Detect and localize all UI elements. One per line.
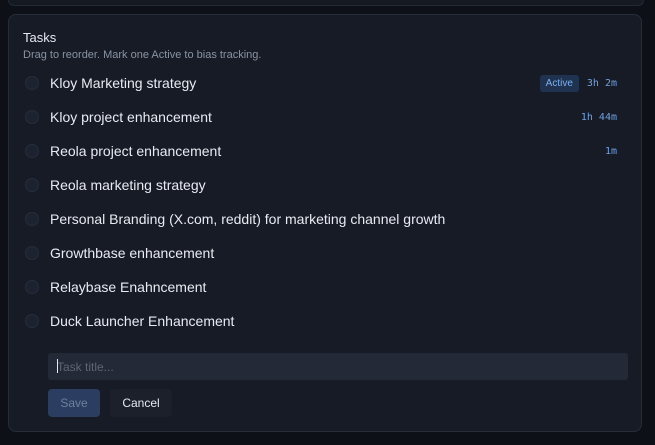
task-time: 3h 2m	[586, 77, 617, 89]
active-radio[interactable]	[25, 144, 39, 158]
panel-title: Tasks	[23, 30, 57, 45]
active-radio[interactable]	[25, 178, 39, 192]
task-row[interactable]: Reola marketing strategy	[25, 171, 619, 199]
active-radio[interactable]	[25, 280, 39, 294]
tasks-panel: Tasks Drag to reorder. Mark one Active t…	[8, 14, 642, 432]
task-row[interactable]: Relaybase Enahncement	[25, 273, 619, 301]
task-label: Kloy project enhancement	[50, 109, 212, 125]
task-label: Personal Branding (X.com, reddit) for ma…	[50, 211, 446, 227]
active-radio[interactable]	[25, 314, 39, 328]
task-label: Reola project enhancement	[50, 143, 222, 159]
task-label: Duck Launcher Enhancement	[50, 313, 235, 329]
task-label: Growthbase enhancement	[50, 245, 215, 261]
active-badge: Active	[539, 74, 579, 92]
task-row[interactable]: Kloy project enhancement 1h 44m	[25, 103, 619, 131]
active-radio[interactable]	[25, 246, 39, 260]
task-row[interactable]: Personal Branding (X.com, reddit) for ma…	[25, 205, 619, 233]
task-row[interactable]: Growthbase enhancement	[25, 239, 619, 267]
panel-subtitle: Drag to reorder. Mark one Active to bias…	[23, 49, 262, 61]
text-caret	[57, 359, 58, 373]
task-title-input[interactable]	[48, 353, 628, 380]
save-button[interactable]: Save	[48, 389, 100, 417]
active-radio[interactable]	[25, 212, 39, 226]
task-label: Reola marketing strategy	[50, 177, 206, 193]
task-label: Relaybase Enahncement	[50, 279, 207, 295]
task-row[interactable]: Reola project enhancement 1m	[25, 137, 619, 165]
task-row[interactable]: Duck Launcher Enhancement	[25, 307, 619, 335]
task-time: 1m	[604, 145, 617, 157]
previous-panel-edge	[8, 0, 644, 6]
task-time: 1h 44m	[580, 111, 617, 123]
cancel-button[interactable]: Cancel	[110, 389, 172, 417]
task-label: Kloy Marketing strategy	[50, 75, 197, 91]
active-radio[interactable]	[25, 110, 39, 124]
active-radio[interactable]	[25, 76, 39, 90]
task-row[interactable]: Kloy Marketing strategy Active 3h 2m	[25, 69, 619, 97]
